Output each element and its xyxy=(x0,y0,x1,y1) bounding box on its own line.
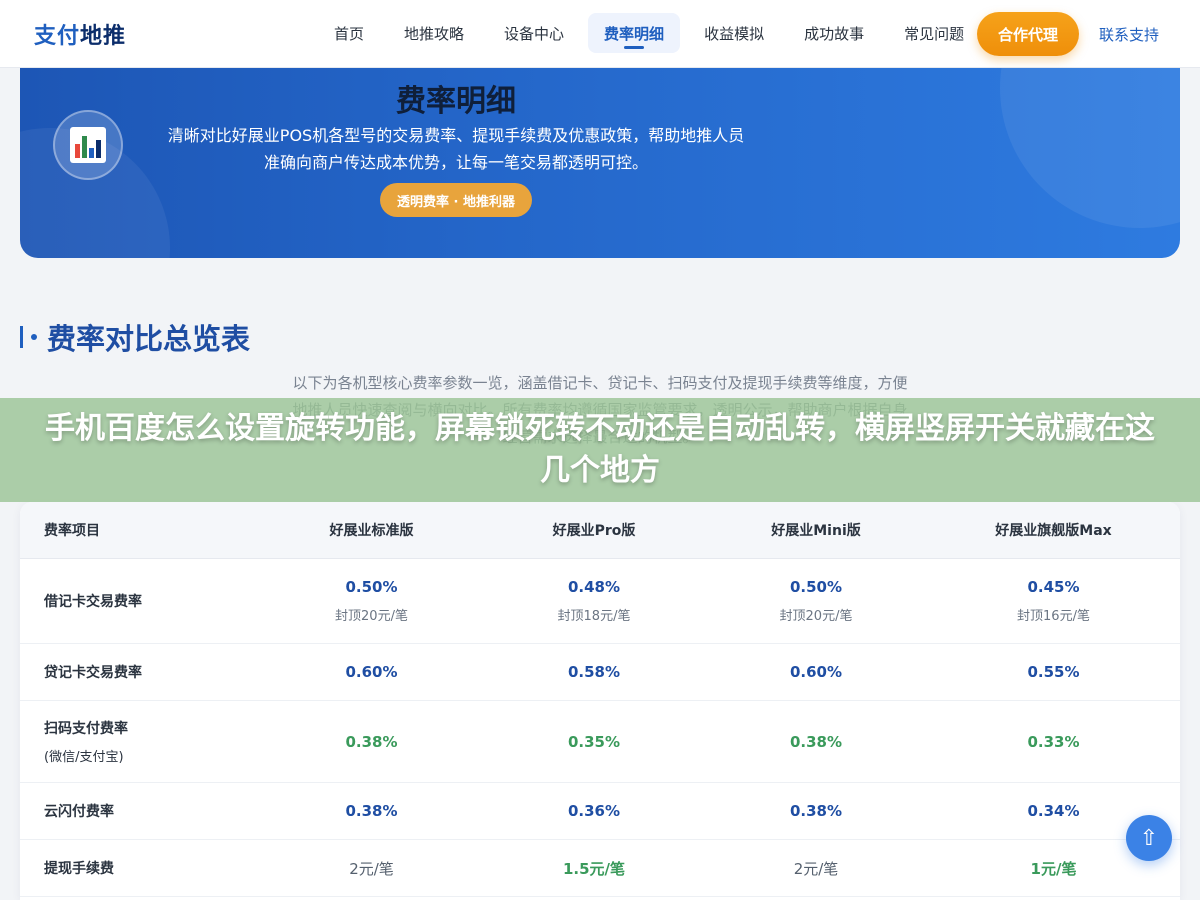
logo-part-2: 地推 xyxy=(80,24,127,49)
table-row: 借记卡交易费率 0.50% 封顶20元/笔 0.48% 封顶18元/笔 0.50% 封… xyxy=(20,559,1180,644)
nav-stories[interactable]: 成功故事 xyxy=(788,13,880,53)
rate-value: 0.35% xyxy=(567,732,621,751)
nav-home[interactable]: 首页 xyxy=(318,13,380,53)
rate-value: 0.60% xyxy=(345,663,398,681)
rate-value: 0.50% xyxy=(789,578,843,596)
rate-value: 0.55% xyxy=(1027,663,1080,681)
table-row: 扫码支付费率 (微信/支付宝) 0.38% 0.35% 0.38% 0.33% xyxy=(20,701,1180,783)
fee-value: 2元/笔 xyxy=(349,859,394,878)
hero-title: 费率明细 xyxy=(396,84,516,119)
column-header: 好展业旗舰版Max xyxy=(995,523,1112,539)
column-header: 费率项目 xyxy=(44,523,100,539)
fee-value: 1.5元/笔 xyxy=(562,859,626,878)
heading-bar xyxy=(20,326,23,348)
table-header: 费率项目 好展业标准版 好展业Pro版 好展业Mini版 好展业旗舰版Max xyxy=(20,502,1180,559)
hero-description: 清晰对比好展业POS机各型号的交易费率、提现手续费及优惠政策，帮助地推人员准确向… xyxy=(167,126,745,172)
nav-guide[interactable]: 地推攻略 xyxy=(388,13,480,53)
column-header: 好展业Pro版 xyxy=(552,523,636,539)
back-to-top-button[interactable]: ⇧ xyxy=(1126,815,1172,861)
rate-value: 0.36% xyxy=(567,802,621,820)
decor-circle xyxy=(1000,68,1180,228)
rate-cap: 封顶20元/笔 xyxy=(779,609,853,624)
bar-chart-icon xyxy=(53,110,123,180)
table-row: 贷记卡交易费率 0.60% 0.58% 0.60% 0.55% xyxy=(20,644,1180,701)
rate-value: 0.33% xyxy=(1027,732,1080,751)
top-header: 支付地推 首页 地推攻略 设备中心 费率明细 收益模拟 成功故事 常见问题 合作… xyxy=(0,0,1200,68)
rate-value: 0.38% xyxy=(345,802,398,820)
rate-cap: 封顶16元/笔 xyxy=(1017,609,1090,624)
nav-rates[interactable]: 费率明细 xyxy=(588,13,681,53)
rate-value: 0.45% xyxy=(1027,578,1080,596)
row-label: 云闪付费率 xyxy=(44,804,114,820)
fee-value: 2元/笔 xyxy=(793,859,839,878)
heading-dot xyxy=(31,334,37,340)
rate-cap: 封顶20元/笔 xyxy=(335,609,408,624)
nav-income[interactable]: 收益模拟 xyxy=(688,13,780,53)
rate-cap: 封顶18元/笔 xyxy=(557,609,631,624)
fee-value: 1元/笔 xyxy=(1030,859,1077,878)
rate-value: 0.48% xyxy=(567,578,621,596)
table-row: 云闪付费率 0.38% 0.36% 0.38% 0.34% xyxy=(20,783,1180,840)
support-link[interactable]: 联系支持 xyxy=(1099,24,1159,45)
row-label: 提现手续费 xyxy=(44,861,114,877)
column-header: 好展业Mini版 xyxy=(771,523,861,539)
hero-badge: 透明费率 · 地推利器 xyxy=(380,183,532,217)
overlay-banner: 手机百度怎么设置旋转功能，屏幕锁死转不动还是自动乱转，横屏竖屏开关就藏在这几个地… xyxy=(0,398,1200,502)
rate-value: 0.60% xyxy=(789,663,843,681)
partner-cta-button[interactable]: 合作代理 xyxy=(977,12,1079,56)
rate-value: 0.34% xyxy=(1027,802,1080,820)
section-heading: 费率对比总览表 xyxy=(20,316,250,358)
section-title: 费率对比总览表 xyxy=(47,322,251,356)
rate-value: 0.38% xyxy=(789,802,843,820)
row-sublabel: (微信/支付宝) xyxy=(44,750,124,765)
table-row: 提现手续费 2元/笔 1.5元/笔 2元/笔 1元/笔 xyxy=(20,840,1180,897)
site-logo[interactable]: 支付地推 xyxy=(34,18,126,50)
logo-part-1: 支付 xyxy=(34,24,81,49)
nav-devices[interactable]: 设备中心 xyxy=(488,13,580,53)
hero-banner: 费率明细 清晰对比好展业POS机各型号的交易费率、提现手续费及优惠政策，帮助地推… xyxy=(20,68,1180,258)
rate-value: 0.38% xyxy=(789,732,843,751)
arrow-up-icon: ⇧ xyxy=(1139,825,1159,851)
rate-value: 0.58% xyxy=(567,663,621,681)
nav-faq[interactable]: 常见问题 xyxy=(888,13,980,53)
main-nav: 首页 地推攻略 设备中心 费率明细 收益模拟 成功故事 常见问题 xyxy=(318,13,980,53)
row-label: 扫码支付费率 xyxy=(44,721,128,737)
rate-comparison-table: 费率项目 好展业标准版 好展业Pro版 好展业Mini版 好展业旗舰版Max 借… xyxy=(20,502,1180,900)
column-header: 好展业标准版 xyxy=(329,523,414,539)
banner-text: 手机百度怎么设置旋转功能，屏幕锁死转不动还是自动乱转，横屏竖屏开关就藏在这几个地… xyxy=(45,411,1155,488)
row-label: 借记卡交易费率 xyxy=(44,594,142,610)
row-label: 贷记卡交易费率 xyxy=(44,665,142,681)
rate-value: 0.50% xyxy=(345,578,398,596)
rate-value: 0.38% xyxy=(345,732,398,751)
